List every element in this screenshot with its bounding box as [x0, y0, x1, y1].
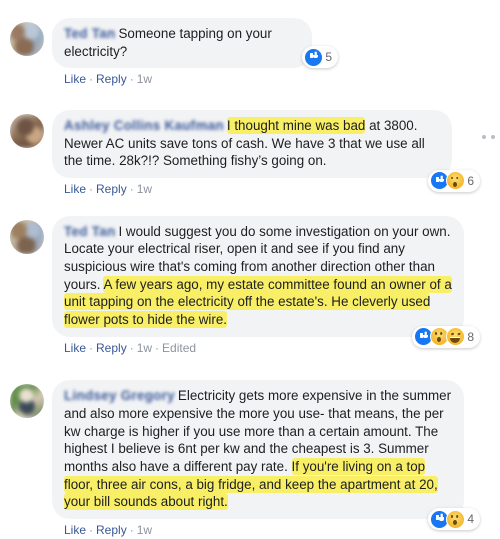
reply-button[interactable]: Reply: [96, 341, 127, 355]
comment-actions: Like · Reply · 1w: [64, 72, 500, 88]
like-button[interactable]: Like: [64, 72, 86, 86]
avatar[interactable]: [10, 219, 44, 254]
comment-bubble: Ted Tan I would suggest you do some inves…: [52, 215, 464, 337]
comment-body: Ashley Collins Kaufman I thought mine was…: [52, 109, 500, 198]
avatar-image: [10, 113, 44, 148]
wow-reaction-icon: [446, 171, 466, 191]
reaction-count: 4: [467, 512, 474, 527]
reaction-count: 5: [325, 50, 332, 64]
timestamp[interactable]: 1w: [137, 72, 152, 86]
like-button[interactable]: Like: [64, 523, 86, 537]
reactions-pill[interactable]: 8: [412, 325, 480, 348]
comment-bubble: Lindsey Gregory Electricity gets more exp…: [52, 380, 464, 520]
highlighted-text: A few years ago, my estate committee fou…: [64, 275, 452, 329]
highlighted-text: I thought mine was bad: [226, 116, 366, 134]
like-button[interactable]: Like: [64, 182, 86, 196]
comment-bubble: Ted Tan Someone tapping on your electrici…: [52, 18, 312, 69]
comment: Ted Tan I would suggest you do some inves…: [0, 215, 500, 357]
reply-button[interactable]: Reply: [96, 523, 127, 537]
more-options-icon[interactable]: [482, 130, 500, 144]
action-separator: ·: [129, 340, 134, 355]
comment-body: Lindsey Gregory Electricity gets more exp…: [52, 380, 500, 538]
action-separator: ·: [89, 72, 94, 87]
comment-author-name[interactable]: Ted Tan: [64, 26, 115, 41]
edited-label: Edited: [162, 340, 197, 355]
haha-reaction-icon: [446, 327, 466, 347]
avatar[interactable]: [10, 384, 44, 419]
reactions-pill[interactable]: 5: [302, 46, 338, 68]
reactions-pill[interactable]: 6: [428, 169, 480, 192]
comment-author-name[interactable]: Ashley Collins Kaufman: [64, 118, 224, 133]
timestamp[interactable]: 1w: [137, 182, 152, 196]
wow-reaction-icon: [446, 509, 466, 529]
comment-author-name[interactable]: Ted Tan: [64, 224, 115, 239]
like-reaction-icon: [304, 47, 324, 67]
timestamp[interactable]: 1w: [137, 523, 152, 537]
action-separator: ·: [129, 523, 134, 538]
comment-thread: Ted Tan Someone tapping on your electrici…: [0, 18, 500, 537]
reaction-count: 6: [467, 173, 474, 188]
avatar-image: [10, 22, 44, 56]
comment-bubble: Ashley Collins Kaufman I thought mine was…: [52, 109, 452, 179]
action-separator: ·: [89, 340, 94, 355]
comment-body: Ted Tan Someone tapping on your electrici…: [52, 18, 500, 88]
avatar-image: [10, 219, 44, 254]
action-separator: ·: [89, 523, 94, 538]
comment: Lindsey Gregory Electricity gets more exp…: [0, 380, 500, 538]
comment-author-name[interactable]: Lindsey Gregory: [64, 388, 175, 403]
comment: Ashley Collins Kaufman I thought mine was…: [0, 109, 500, 198]
reply-button[interactable]: Reply: [96, 72, 127, 86]
avatar[interactable]: [10, 113, 44, 148]
action-separator: ·: [129, 182, 134, 197]
comment: Ted Tan Someone tapping on your electrici…: [0, 18, 500, 88]
action-separator: ·: [129, 72, 134, 87]
avatar[interactable]: [10, 22, 44, 56]
comment-body: Ted Tan I would suggest you do some inves…: [52, 215, 500, 357]
reply-button[interactable]: Reply: [96, 182, 127, 196]
reaction-count: 8: [467, 329, 474, 344]
avatar-image: [10, 384, 44, 419]
action-separator: ·: [155, 340, 160, 355]
action-separator: ·: [89, 182, 94, 197]
like-button[interactable]: Like: [64, 341, 86, 355]
timestamp[interactable]: 1w: [137, 341, 152, 355]
reactions-pill[interactable]: 4: [428, 508, 480, 531]
